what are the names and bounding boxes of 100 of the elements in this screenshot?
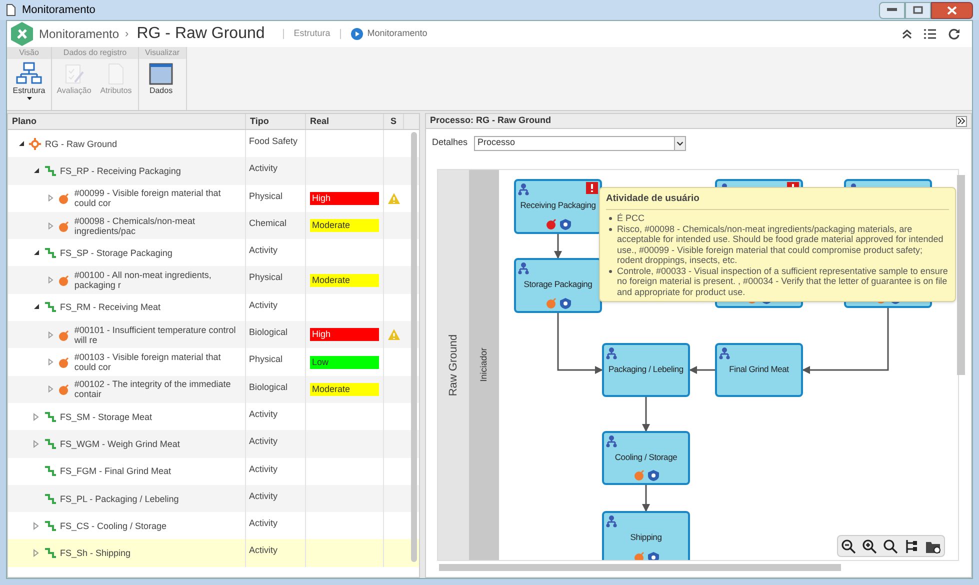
tree-item-label[interactable]: FS_PL - Packaging / Lebeling (60, 494, 179, 504)
expand-arrow-icon[interactable] (33, 412, 40, 421)
module-title[interactable]: Monitoramento (39, 25, 120, 43)
tree-row[interactable]: #00102 - The integrity of the immediate contair Biological Moderate (8, 376, 419, 403)
rating-label: Moderate (310, 382, 379, 396)
structure-icon (16, 62, 42, 85)
tree-item-label[interactable]: #00102 - The integrity of the immediate contair (74, 379, 243, 400)
column-header[interactable]: Plano (8, 114, 246, 129)
tree-row[interactable]: #00100 - All non-meat ingredients, packaging r Physical Moderate (8, 266, 419, 294)
tree-item-label[interactable]: RG - Raw Ground (45, 138, 118, 149)
tree-item-label[interactable]: FS_SP - Storage Packaging (60, 248, 172, 258)
tree-row[interactable]: FS_RP - Receiving Packaging Activity (8, 157, 419, 185)
breadcrumb-link[interactable]: Estrutura (294, 27, 330, 41)
collapse-arrow-icon[interactable] (33, 248, 40, 257)
expand-arrow-icon[interactable] (33, 440, 40, 448)
expand-arrow-icon[interactable] (48, 358, 54, 366)
expand-arrow-icon[interactable] (33, 522, 40, 530)
close-button[interactable] (931, 2, 973, 18)
tree-item-label[interactable]: FS_Sh - Shipping (60, 548, 131, 558)
tree-row[interactable]: FS_SM - Storage Meat Activity (8, 402, 419, 430)
hierarchy-icon[interactable] (904, 538, 919, 554)
connector-arrow (557, 313, 603, 374)
vertical-scrollbar[interactable] (411, 132, 417, 562)
tree-item-label[interactable]: #00100 - All non-meat ingredients, packaging r (74, 270, 243, 290)
tree-item-label[interactable]: FS_CS - Cooling / Storage (60, 520, 167, 531)
expand-panel-button[interactable] (956, 116, 967, 126)
risk-icon (58, 356, 70, 368)
column-header[interactable]: Tipo (246, 114, 306, 129)
collapse-arrow-icon[interactable] (18, 140, 25, 148)
lane-header: Raw Ground (438, 170, 469, 560)
ribbon-button[interactable]: Estrutura (9, 62, 49, 100)
expand-arrow-icon[interactable] (48, 385, 54, 394)
connector-arrow (642, 485, 650, 512)
column-header[interactable]: Real (306, 114, 384, 129)
minimize-button[interactable] (879, 2, 905, 18)
expand-arrow-icon[interactable] (48, 330, 54, 339)
tree-row[interactable]: RG - Raw Ground Food Safety (8, 130, 419, 158)
tree-row[interactable]: FS_CS - Cooling / Storage Activity (8, 512, 419, 540)
zoom-out-icon[interactable] (841, 538, 856, 554)
breadcrumb-separator: › (125, 26, 129, 42)
rating-label: High (310, 328, 379, 342)
panel-title: Processo: RG - Raw Ground (430, 114, 552, 128)
tree-item-label[interactable]: #00101 - Insufficient temperature control will re (74, 324, 243, 345)
activity-node[interactable]: Packaging / Lebeling (602, 343, 690, 397)
tree-item-label[interactable]: FS_RM - Receiving Meat (60, 302, 161, 312)
node-label: Final Grind Meat (728, 363, 790, 376)
tree-row[interactable]: FS_WGM - Weigh Grind Meat Activity (8, 430, 419, 458)
tree-row[interactable]: #00098 - Chemicals/non-meat ingredients/pac Chemical Moderate (8, 212, 419, 240)
expand-arrow-icon[interactable] (48, 276, 54, 284)
tree-row[interactable]: FS_SP - Storage Packaging Activity (8, 239, 419, 266)
refresh-icon[interactable] (948, 28, 960, 40)
expand-arrow-icon[interactable] (33, 549, 40, 558)
ribbon-button[interactable]: Dados (141, 62, 181, 97)
user-icon (606, 435, 617, 448)
column-header[interactable]: S (384, 114, 404, 129)
expand-arrow-icon[interactable] (48, 194, 54, 202)
vertical-scrollbar[interactable] (957, 175, 965, 375)
tree-row[interactable]: FS_PL - Packaging / Lebeling Activity (8, 484, 419, 512)
tree-row[interactable]: FS_FGM - Final Grind Meat Activity (8, 458, 419, 485)
risk-icon (58, 383, 70, 396)
risk-icon (58, 220, 70, 232)
maximize-button[interactable] (905, 2, 931, 18)
table-cell: Activity (246, 539, 306, 567)
tree-row[interactable]: #00099 - Visible foreign material that could cor Physical High (8, 184, 419, 212)
zoom-in-icon[interactable] (862, 538, 877, 554)
risk-icon (58, 274, 70, 286)
tree-item-label[interactable]: FS_WGM - Weigh Grind Meat (60, 438, 180, 449)
activity-node[interactable]: Final Grind Meat (715, 343, 803, 397)
collapse-arrow-icon[interactable] (33, 166, 40, 175)
activity-node[interactable]: Storage Packaging (514, 258, 602, 313)
node-label: Packaging / Lebeling (608, 363, 684, 376)
expand-arrow-icon[interactable] (48, 222, 54, 230)
user-icon (606, 347, 617, 360)
details-dropdown[interactable]: Processo (474, 136, 686, 150)
activity-node[interactable]: Receiving Packaging (514, 179, 602, 234)
tree-item-label[interactable]: FS_FGM - Final Grind Meat (60, 466, 172, 476)
search-icon[interactable] (883, 538, 898, 554)
tree-row[interactable]: #00101 - Insufficient temperature control will re Biological High (8, 321, 419, 348)
document-icon (6, 4, 16, 16)
bullet-icon (609, 228, 612, 231)
collapse-icon[interactable] (902, 29, 912, 39)
node-label: Receiving Packaging (519, 199, 597, 212)
tree-item-label[interactable]: #00099 - Visible foreign material that could cor (74, 188, 243, 208)
caret-icon (674, 136, 685, 150)
collapse-arrow-icon[interactable] (33, 303, 40, 312)
tree-item-label[interactable]: #00098 - Chemicals/non-meat ingredients/pac (74, 216, 243, 236)
window-title: Monitoramento (22, 2, 96, 18)
activity-node[interactable]: Cooling / Storage (602, 431, 690, 485)
activity-icon (44, 410, 56, 423)
tree-row[interactable]: FS_Sh - Shipping Activity (8, 539, 419, 567)
close-icon (947, 6, 957, 14)
tree-item-label[interactable]: #00103 - Visible foreign material that could cor (74, 352, 243, 372)
risk-icon (58, 192, 70, 204)
tree-item-label[interactable]: FS_RP - Receiving Packaging (60, 166, 181, 176)
activity-node[interactable]: Shipping (602, 511, 690, 560)
tree-item-label[interactable]: FS_SM - Storage Meat (60, 412, 152, 422)
horizontal-scrollbar[interactable] (439, 564, 841, 571)
list-icon[interactable] (924, 29, 936, 39)
activity-icon (44, 520, 56, 532)
breadcrumb-link[interactable]: Monitoramento (367, 27, 428, 41)
